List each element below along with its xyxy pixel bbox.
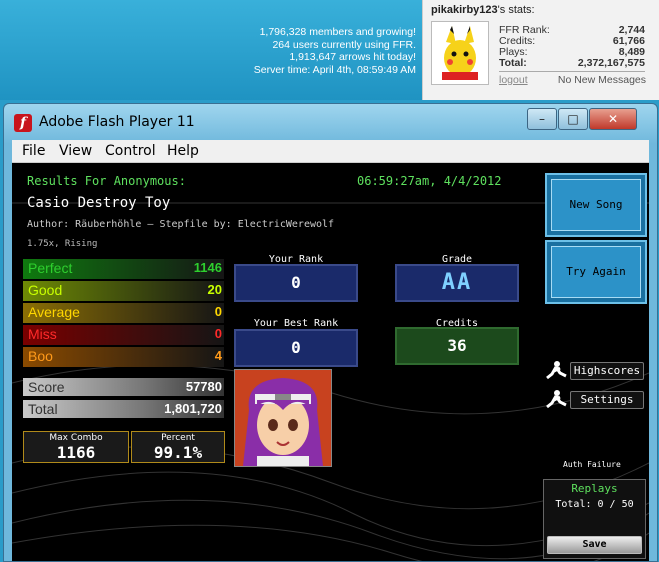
judge-good: Good 20: [23, 281, 224, 301]
menu-help[interactable]: Help: [167, 143, 199, 159]
results-heading: Results For Anonymous:: [27, 174, 186, 188]
judge-miss: Miss 0: [23, 325, 224, 345]
divider: [499, 71, 645, 72]
new-song-button[interactable]: New Song: [545, 173, 647, 237]
site-stat-users: 264 users currently using FFR.: [272, 38, 416, 51]
site-header: 1,796,328 members and growing! 264 users…: [0, 0, 659, 100]
username-link[interactable]: pikakirby123: [431, 4, 498, 16]
title-bar[interactable]: f Adobe Flash Player 11 – □ ✕: [4, 104, 657, 140]
judge-perfect: Perfect 1146: [23, 259, 224, 279]
menu-file[interactable]: File: [22, 143, 45, 159]
highscores-button[interactable]: Highscores: [544, 360, 644, 382]
auth-status: Auth Failure: [563, 460, 621, 469]
site-stat-time: Server time: April 4th, 08:59:49 AM: [253, 63, 416, 76]
site-stat-members: 1,796,328 members and growing!: [259, 26, 416, 38]
messages-link[interactable]: No New Messages: [558, 74, 646, 86]
results-datetime: 06:59:27am, 4/4/2012: [357, 174, 502, 188]
total-row: Total 1,801,720: [23, 400, 224, 418]
replays-count: Total: 0 / 50: [555, 499, 634, 510]
user-stats-panel: pikakirby123's stats: FFR Rank: 2,744 Cre…: [422, 0, 659, 100]
flash-player-window: f Adobe Flash Player 11 – □ ✕ File View …: [3, 103, 658, 562]
score-row: Score 57780: [23, 378, 224, 396]
song-title: Casio Destroy Toy: [27, 195, 171, 211]
max-combo-box: Max Combo 1166: [23, 431, 129, 463]
window-title: Adobe Flash Player 11: [39, 114, 195, 130]
character-portrait: [234, 369, 332, 467]
menu-view[interactable]: View: [59, 143, 92, 159]
judge-boo: Boo 4: [23, 347, 224, 367]
logout-link[interactable]: logout: [499, 74, 528, 86]
your-rank-value: 0: [234, 264, 358, 302]
stat-total: Total: 2,372,167,575: [499, 57, 645, 69]
maximize-button[interactable]: □: [558, 108, 588, 130]
game-results-screen: Results For Anonymous: 06:59:27am, 4/4/2…: [12, 163, 649, 561]
best-rank-label: Your Best Rank: [253, 318, 339, 329]
menu-control[interactable]: Control: [105, 143, 156, 159]
user-stats-title: pikakirby123's stats:: [431, 4, 535, 16]
settings-button[interactable]: Settings: [544, 389, 644, 411]
grade-value: AA: [395, 264, 519, 302]
save-replay-button[interactable]: Save: [547, 536, 642, 554]
site-stats: 1,796,328 members and growing! 264 users…: [254, 26, 416, 76]
judge-average: Average 0: [23, 303, 224, 323]
credits-value: 36: [395, 327, 519, 365]
try-again-button[interactable]: Try Again: [545, 240, 647, 304]
minimize-button[interactable]: –: [527, 108, 557, 130]
site-stat-arrows: 1,913,647 arrows hit today!: [289, 51, 416, 63]
avatar: [431, 21, 489, 85]
close-button[interactable]: ✕: [589, 108, 637, 130]
best-rank-value: 0: [234, 329, 358, 367]
replays-label: Replays: [571, 482, 618, 495]
speed-mod: 1.75x, Rising: [27, 239, 98, 249]
song-author: Author: Räuberhöhle – Stepfile by: Elect…: [27, 219, 335, 230]
percent-box: Percent 99.1%: [131, 431, 225, 463]
replays-panel: Replays Total: 0 / 50 Save: [543, 479, 646, 559]
running-man-icon: [546, 361, 567, 380]
flash-icon: f: [14, 114, 32, 132]
running-man-icon: [546, 390, 567, 409]
menu-bar: File View Control Help: [12, 140, 649, 163]
